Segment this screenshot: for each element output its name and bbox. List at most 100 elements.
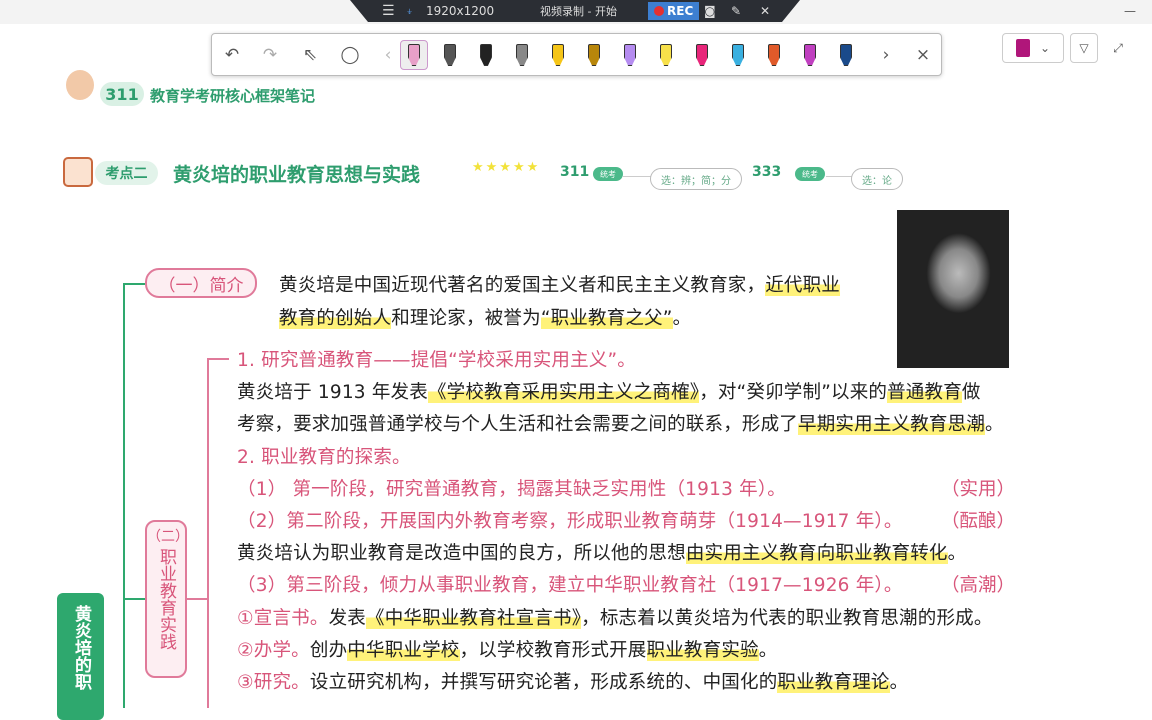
highlighted-text: 职业教育理论 bbox=[777, 672, 890, 693]
text-segment: 黄炎培认为职业教育是改造中国的良方，所以他的思想 bbox=[237, 543, 686, 565]
redo-icon[interactable]: ↷ bbox=[256, 40, 284, 70]
node-introduction: （一）简介 bbox=[145, 268, 257, 298]
next-icon[interactable]: › bbox=[872, 40, 900, 70]
text-segment: （1） 第一阶段，研究普通教育，揭露其缺乏实用性（1913 年）。 bbox=[237, 478, 786, 500]
pen-icon bbox=[624, 44, 636, 66]
pen-tool[interactable] bbox=[616, 40, 644, 70]
pen-tool[interactable] bbox=[544, 40, 572, 70]
text-line: 1. 研究普通教育——提倡“学校采用实用主义”。 bbox=[237, 346, 636, 372]
filter-button[interactable]: ▽ bbox=[1070, 33, 1098, 63]
camera-icon[interactable]: ◙ bbox=[704, 4, 716, 18]
text-line: 2. 职业教育的探索。 bbox=[237, 443, 411, 469]
exam-311: 311 bbox=[560, 164, 590, 180]
text-segment: （3）第三阶段，倾力从事职业教育，建立中华职业教育社（1917—1926 年）。 bbox=[237, 575, 903, 597]
rec-button[interactable]: REC bbox=[648, 2, 700, 20]
prev-icon[interactable]: ‹ bbox=[374, 40, 402, 70]
text-segment: ，以学校教育形式开展 bbox=[459, 639, 647, 661]
undo-icon[interactable]: ↶ bbox=[218, 40, 246, 70]
text-segment: 设立研究机构，并撰写研究论著，形成系统的、中国化的 bbox=[309, 672, 778, 693]
text-segment: 发表 bbox=[328, 607, 366, 629]
text-segment: ②办学。 bbox=[237, 639, 310, 661]
text-segment: 。 bbox=[889, 672, 909, 693]
pencil-icon[interactable]: ✎ bbox=[731, 4, 741, 18]
recorder-title: 视频录制 - 开始 bbox=[540, 5, 617, 18]
text-segment: 。 bbox=[947, 543, 967, 565]
text-segment: （2）第二阶段，开展国内外教育考察，形成职业教育萌芽（1914—1917 年）。 bbox=[237, 511, 903, 532]
pen-icon bbox=[768, 44, 780, 66]
text-line: （2）第二阶段，开展国内外教育考察，形成职业教育萌芽（1914—1917 年）。 bbox=[237, 507, 903, 533]
text-segment: 和理论家，被誉为 bbox=[391, 308, 541, 329]
resolution-label: 1920x1200 bbox=[426, 4, 495, 18]
stage-keyword: （高潮） bbox=[940, 575, 1015, 597]
header-badge: 311 bbox=[100, 82, 144, 106]
text-line: 黄炎培认为职业教育是改造中国的良方，所以他的思想由实用主义教育向职业教育转化。 bbox=[237, 539, 966, 565]
pen-tool[interactable] bbox=[652, 40, 680, 70]
pen-tool[interactable] bbox=[724, 40, 752, 70]
pen-icon bbox=[804, 44, 816, 66]
text-segment: 。 bbox=[985, 414, 1004, 436]
record-dot-icon bbox=[654, 6, 664, 16]
text-line: （3）第三阶段，倾力从事职业教育，建立中华职业教育社（1917—1926 年）。 bbox=[237, 571, 903, 597]
pin-icon[interactable]: ⍖ bbox=[406, 4, 413, 19]
pen-tool[interactable] bbox=[688, 40, 716, 70]
text-segment: 2. 职业教育的探索。 bbox=[237, 446, 411, 468]
highlighted-text: 早期实用主义教育思潮 bbox=[798, 414, 986, 436]
section-label: 考点二 bbox=[95, 161, 158, 185]
text-line: 考察，要求加强普通学校与个人生活和社会需要之间的联系，形成了早期实用主义教育思潮… bbox=[237, 410, 1004, 436]
tree-branch-line bbox=[123, 598, 145, 600]
annotation-toolbar: ↶ ↷ ⇖ ◯ ‹ › × bbox=[211, 33, 942, 76]
minimize-button[interactable]: — bbox=[1124, 4, 1138, 18]
filter-icon: ▽ bbox=[1079, 41, 1089, 55]
text-segment: 1. 研究普通教育——提倡“学校采用实用主义”。 bbox=[237, 350, 637, 371]
connector bbox=[623, 176, 651, 177]
text-segment: 。 bbox=[672, 308, 692, 329]
text-segment: 做 bbox=[961, 382, 981, 404]
chevron-down-icon: ⌄ bbox=[1039, 41, 1051, 55]
pen-icon bbox=[480, 44, 492, 66]
question-types-333: 选：论 bbox=[851, 168, 903, 190]
lasso-icon[interactable]: ◯ bbox=[336, 40, 364, 70]
tree-branch-line bbox=[207, 358, 209, 708]
text-segment: 。 bbox=[758, 639, 778, 661]
pen-tool[interactable] bbox=[472, 40, 500, 70]
pen-icon bbox=[516, 44, 528, 66]
pen-icon bbox=[552, 44, 564, 66]
stage-keyword: （实用） bbox=[940, 478, 1015, 500]
pen-tool[interactable] bbox=[400, 40, 428, 70]
highlighted-text: 普通教育 bbox=[887, 382, 962, 404]
pen-tool[interactable] bbox=[508, 40, 536, 70]
portrait-photo bbox=[897, 210, 1009, 368]
pen-tool[interactable] bbox=[436, 40, 464, 70]
pointer-icon[interactable]: ⇖ bbox=[296, 40, 324, 70]
text-segment: ①宣言书。 bbox=[237, 607, 329, 629]
pen-icon bbox=[696, 44, 708, 66]
notebook-dropdown[interactable]: ⌄ bbox=[1002, 33, 1064, 63]
text-line: ①宣言书。发表《中华职业教育社宣言书》，标志着以黄炎培为代表的职业教育思潮的形成… bbox=[237, 604, 993, 630]
close-toolbar-button[interactable]: × bbox=[909, 40, 937, 70]
expand-button[interactable]: ⤢ bbox=[1106, 33, 1130, 63]
text-line: 黄炎培于 1913 年发表《学校教育采用实用主义之商榷》，对“癸卯学制”以来的普… bbox=[237, 378, 981, 404]
highlighted-text: 《学校教育采用实用主义之商榷》 bbox=[427, 382, 700, 404]
pen-tool[interactable] bbox=[760, 40, 788, 70]
close-icon[interactable]: ✕ bbox=[760, 4, 770, 18]
text-line: ③研究。设立研究机构，并撰写研究论著，形成系统的、中国化的职业教育理论。 bbox=[237, 668, 908, 694]
menu-icon[interactable]: ☰ bbox=[382, 3, 395, 19]
pen-tool[interactable] bbox=[796, 40, 824, 70]
rating-stars: ★★★★★ bbox=[472, 160, 541, 175]
tree-branch-line bbox=[123, 283, 125, 708]
text-segment: ，对“癸卯学制”以来的 bbox=[699, 382, 888, 404]
connector bbox=[826, 176, 852, 177]
tree-branch-line bbox=[187, 598, 207, 600]
highlighted-text: 由实用主义教育向职业教育转化 bbox=[685, 543, 948, 565]
text-segment: 创办 bbox=[309, 639, 348, 661]
pen-tool[interactable] bbox=[832, 40, 860, 70]
rec-label: REC bbox=[667, 4, 694, 18]
tree-branch-line bbox=[123, 283, 145, 285]
notebook-icon bbox=[1015, 39, 1030, 57]
highlighted-text: “职业教育之父” bbox=[540, 308, 673, 329]
exam-tag: 统考 bbox=[795, 167, 825, 181]
text-line: （1） 第一阶段，研究普通教育，揭露其缺乏实用性（1913 年）。 bbox=[237, 475, 786, 501]
pen-tool[interactable] bbox=[580, 40, 608, 70]
pen-icon bbox=[732, 44, 744, 66]
tree-branch-line bbox=[207, 358, 229, 360]
